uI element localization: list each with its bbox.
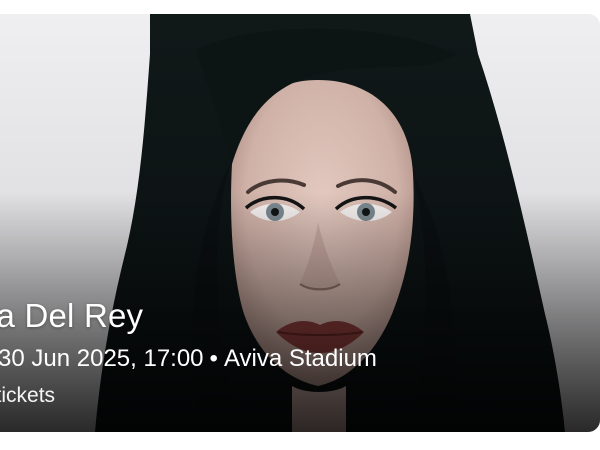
event-title: na Del Rey	[0, 297, 144, 334]
event-meta: n 30 Jun 2025, 17:00 • Aviva Stadium	[0, 344, 377, 374]
bottom-spacer	[0, 432, 600, 450]
event-date-time: n 30 Jun 2025, 17:00	[0, 345, 204, 372]
meta-separator: •	[209, 345, 218, 372]
event-page: na Del Rey n 30 Jun 2025, 17:00•Aviva St…	[0, 0, 600, 450]
event-details: na Del Rey n 30 Jun 2025, 17:00•Aviva St…	[0, 296, 377, 410]
top-spacer	[0, 0, 600, 14]
event-card[interactable]: na Del Rey n 30 Jun 2025, 17:00•Aviva St…	[0, 14, 600, 432]
ticket-count: 4 tickets	[0, 384, 56, 407]
event-venue: Aviva Stadium	[223, 345, 377, 372]
